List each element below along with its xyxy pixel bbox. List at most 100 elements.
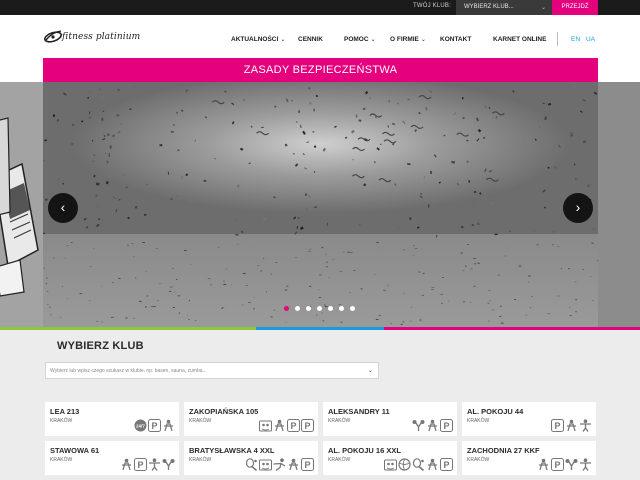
svg-text:24/7: 24/7 xyxy=(136,423,145,428)
logo-text[interactable]: fitness platinium xyxy=(62,32,140,42)
chevron-down-icon: ⌄ xyxy=(370,37,376,43)
club-amenities: 24/7 P xyxy=(133,419,175,434)
nav-item-o-firmie[interactable]: O FIRMIE ⌄ xyxy=(390,36,426,43)
sauna-icon xyxy=(275,419,284,432)
club-city: KRAKÓW xyxy=(189,457,212,463)
parking-icon: P xyxy=(301,419,314,432)
slider-dot[interactable] xyxy=(284,306,289,311)
language-ua[interactable]: UA xyxy=(586,36,595,43)
trainer-icon xyxy=(580,458,591,471)
club-amenities: P xyxy=(536,458,592,473)
svg-text:P: P xyxy=(137,460,143,470)
boxing-icon xyxy=(565,459,578,470)
club-card[interactable]: LEA 213 KRAKÓW 24/7 P xyxy=(45,402,179,436)
club-select-dropdown[interactable]: WYBIERZ KLUB... ⌄ xyxy=(456,0,552,15)
svg-text:P: P xyxy=(443,421,449,431)
club-name: AL. POKOJU 44 xyxy=(467,407,524,416)
club-select-label: TWÓJ KLUB: xyxy=(413,3,452,9)
club-select-value: WYBIERZ KLUB... xyxy=(464,4,514,10)
club-city: KRAKÓW xyxy=(328,457,351,463)
svg-text:P: P xyxy=(304,460,310,470)
parking-icon: P xyxy=(551,419,564,432)
ball-icon xyxy=(398,458,411,471)
club-amenities: P xyxy=(119,458,175,473)
previous-slide-peek xyxy=(0,82,43,327)
club-amenities: PP xyxy=(258,419,314,434)
hero-slide[interactable] xyxy=(43,82,598,327)
slider-next-button[interactable]: › xyxy=(563,193,593,223)
language-separator xyxy=(557,32,558,46)
language-en[interactable]: EN xyxy=(571,36,580,43)
sauna-icon xyxy=(428,419,437,432)
slider-dot[interactable] xyxy=(339,306,344,311)
club-search-input[interactable]: Wybierz lub wpisz czego szukasz w klubie… xyxy=(45,362,379,379)
club-search-placeholder: Wybierz lub wpisz czego szukasz w klubie… xyxy=(50,368,207,374)
boxing-icon xyxy=(412,420,425,431)
trainer-icon xyxy=(149,458,160,471)
club-name: STAWOWA 61 xyxy=(50,446,100,455)
club-amenities: P xyxy=(383,458,453,473)
nav-item-kontakt[interactable]: KONTAKT xyxy=(440,36,471,43)
parking-icon: P xyxy=(440,419,453,432)
kids-room-icon xyxy=(384,459,397,471)
club-city: KRAKÓW xyxy=(50,418,73,424)
club-name: LEA 213 xyxy=(50,407,80,416)
slider-dot[interactable] xyxy=(295,306,300,311)
go-button[interactable]: PRZEJDŹ xyxy=(552,0,598,15)
club-name: ZAKOPIAŃSKA 105 xyxy=(189,407,259,416)
nav-item-cennik[interactable]: CENNIK xyxy=(298,36,323,43)
parking-icon: P xyxy=(287,419,300,432)
svg-text:P: P xyxy=(304,421,310,431)
club-card[interactable]: AL. POKOJU 16 XXL KRAKÓW P xyxy=(323,441,457,475)
sauna-icon xyxy=(428,458,437,471)
svg-text:P: P xyxy=(554,460,560,470)
parking-icon: P xyxy=(301,458,314,471)
club-card[interactable]: BRATYSŁAWSKA 4 XXL KRAKÓW P xyxy=(184,441,318,475)
chevron-down-icon: ⌄ xyxy=(367,368,373,374)
squash-icon xyxy=(245,458,258,471)
club-card[interactable]: ZAKOPIAŃSKA 105 KRAKÓW P P xyxy=(184,402,318,436)
club-card[interactable]: ALEKSANDRY 11 KRAKÓW P xyxy=(323,402,457,436)
kids-room-icon xyxy=(259,459,272,471)
club-name: ZACHODNIA 27 KKF xyxy=(467,446,540,455)
club-card[interactable]: ZACHODNIA 27 KKF KRAKÓW P xyxy=(462,441,596,475)
svg-text:P: P xyxy=(151,421,157,431)
club-amenities: P xyxy=(244,458,314,473)
parking-icon: P xyxy=(440,458,453,471)
parking-icon: P xyxy=(148,419,161,432)
parking-icon: P xyxy=(134,458,147,471)
nav-item-aktualnosci[interactable]: AKTUALNOŚCI ⌄ xyxy=(231,36,285,43)
club-name: AL. POKOJU 16 XXL xyxy=(328,446,401,455)
sauna-icon xyxy=(164,419,173,432)
nav-item-pomoc[interactable]: POMOC ⌄ xyxy=(344,36,376,43)
nav-item-karnet-online[interactable]: KARNET ONLINE xyxy=(493,36,546,43)
nav-item-label: O FIRMIE xyxy=(390,36,419,43)
club-card[interactable]: STAWOWA 61 KRAKÓW P xyxy=(45,441,179,475)
slider-dot[interactable] xyxy=(317,306,322,311)
chevron-down-icon: ⌄ xyxy=(420,37,426,43)
slider-prev-button[interactable]: ‹ xyxy=(48,193,78,223)
sauna-icon xyxy=(289,458,298,471)
sauna-icon xyxy=(122,458,131,471)
club-city: KRAKÓW xyxy=(50,457,73,463)
sauna-icon xyxy=(539,458,548,471)
slider-dot[interactable] xyxy=(306,306,311,311)
nav-item-label: AKTUALNOŚCI xyxy=(231,36,279,43)
safety-rules-banner[interactable]: ZASADY BEZPIECZEŃSTWA xyxy=(43,58,598,82)
chevron-down-icon: ⌄ xyxy=(280,37,286,43)
chevron-down-icon: ⌄ xyxy=(540,5,546,11)
martial-arts-icon xyxy=(273,458,286,471)
slider-dot[interactable] xyxy=(328,306,333,311)
trainer-icon xyxy=(580,419,591,432)
nav-item-label: POMOC xyxy=(344,36,369,43)
club-city: KRAKÓW xyxy=(328,418,351,424)
club-amenities: P xyxy=(411,419,453,434)
club-name: ALEKSANDRY 11 xyxy=(328,407,390,416)
nav-item-label: KONTAKT xyxy=(440,36,472,43)
squash-icon xyxy=(412,458,425,471)
boxing-icon xyxy=(162,459,175,470)
slider-dot[interactable] xyxy=(350,306,355,311)
clubs-title: WYBIERZ KLUB xyxy=(57,340,144,352)
club-card[interactable]: AL. POKOJU 44 KRAKÓW P xyxy=(462,402,596,436)
club-name: BRATYSŁAWSKA 4 XXL xyxy=(189,446,275,455)
